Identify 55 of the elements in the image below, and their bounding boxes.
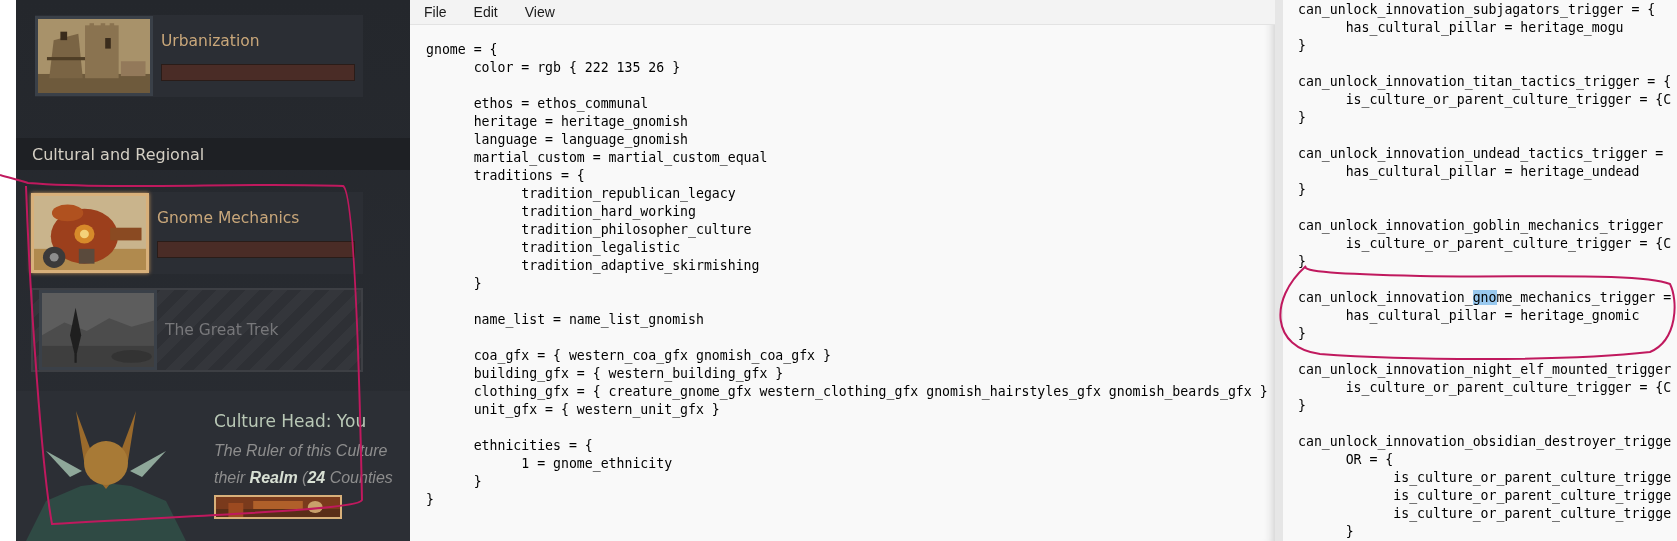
code-line: heritage = heritage_gnomish xyxy=(472,113,689,131)
code-line: } xyxy=(1298,37,1307,55)
code-line: is_culture_or_parent_culture_trigger = {C xyxy=(1344,91,1673,109)
code-line: coa_gfx = { western_coa_gfx gnomish_coa_gfx } xyxy=(472,347,832,365)
code-line: ethos = ethos_communal xyxy=(472,95,650,113)
code-line: is_culture_or_parent_culture_trigger = {C xyxy=(1344,379,1673,397)
innovation-card[interactable]: Urbanization xyxy=(35,15,363,97)
code-line: can_unlock_innovation_goblin_mechanics_trigger xyxy=(1298,217,1665,235)
code-line: tradition_philosopher_culture xyxy=(520,221,753,239)
code-line: is_culture_or_parent_culture_trigge xyxy=(1392,469,1673,487)
code-line: is_culture_or_parent_culture_trigge xyxy=(1392,487,1673,505)
code-line: tradition_legalistic xyxy=(520,239,682,257)
code-line: } xyxy=(1298,253,1307,271)
code-line: has_cultural_pillar = heritage_mogu xyxy=(1344,19,1625,37)
code-line: } xyxy=(1298,397,1307,415)
code-line: can_unlock_innovation_subjagators_trigger = { xyxy=(1298,1,1657,19)
code-line: } xyxy=(1298,181,1307,199)
card-title: Urbanization xyxy=(161,31,261,50)
code-line: } xyxy=(472,473,483,491)
menu-item[interactable]: File xyxy=(424,4,447,20)
code-line: gnome = { xyxy=(426,41,499,59)
code-line: can_unlock_innovation_obsidian_destroyer_trigge xyxy=(1298,433,1673,451)
code-line: tradition_adaptive_skirmishing xyxy=(520,257,761,275)
section-title: Cultural and Regional xyxy=(32,144,205,164)
code-line: OR = { xyxy=(1344,451,1395,469)
code-line: 1 = gnome_ethnicity xyxy=(520,455,674,473)
code-line: martial_custom = martial_custom_equal xyxy=(472,149,769,167)
code-line: tradition_hard_working xyxy=(520,203,697,221)
code-line: color = rgb { 222 135 26 } xyxy=(472,59,682,77)
code-line: can_unlock_innovation_night_elf_mounted_trigger xyxy=(1298,361,1673,379)
code-line: } xyxy=(472,275,483,293)
code-line: has_cultural_pillar = heritage_undead xyxy=(1344,163,1641,181)
code-line: ethnicities = { xyxy=(472,437,594,455)
code-line: clothing_gfx = { creature_gnome_gfx western_clothing_gfx gnomish_hairstyles_gfx gnomish_beards_gfx } xyxy=(472,383,1269,401)
code-line: } xyxy=(426,491,435,509)
code-line: } xyxy=(1298,325,1307,343)
code-line: is_culture_or_parent_culture_trigge xyxy=(1392,505,1673,523)
code-line: can_unlock_innovation_gnome_mechanics_trigger = xyxy=(1298,289,1673,307)
code-line: is_culture_or_parent_culture_trigger = {C xyxy=(1344,235,1673,253)
code-line: language = language_gnomish xyxy=(472,131,689,149)
code-line: traditions = { xyxy=(472,167,586,185)
card-title: Gnome Mechanics xyxy=(157,208,301,227)
code-line: } xyxy=(1298,109,1307,127)
code-line: has_cultural_pillar = heritage_gnomic xyxy=(1344,307,1641,325)
code-line: building_gfx = { western_building_gfx } xyxy=(472,365,785,383)
code-line: unit_gfx = { western_unit_gfx } xyxy=(472,401,721,419)
card-title: The Great Trek xyxy=(165,321,280,339)
code-line: can_unlock_innovation_undead_tactics_trigger = xyxy=(1298,145,1665,163)
code-line: name_list = name_list_gnomish xyxy=(472,311,705,329)
innovation-card[interactable]: Gnome Mechanics xyxy=(31,192,363,274)
code-line: tradition_republican_legacy xyxy=(520,185,737,203)
code-line: can_unlock_innovation_titan_tactics_trigger = { xyxy=(1298,73,1673,91)
menu-item[interactable]: Edit xyxy=(473,4,498,20)
menu-item[interactable]: View xyxy=(524,4,555,20)
code-line: } xyxy=(1344,523,1355,541)
